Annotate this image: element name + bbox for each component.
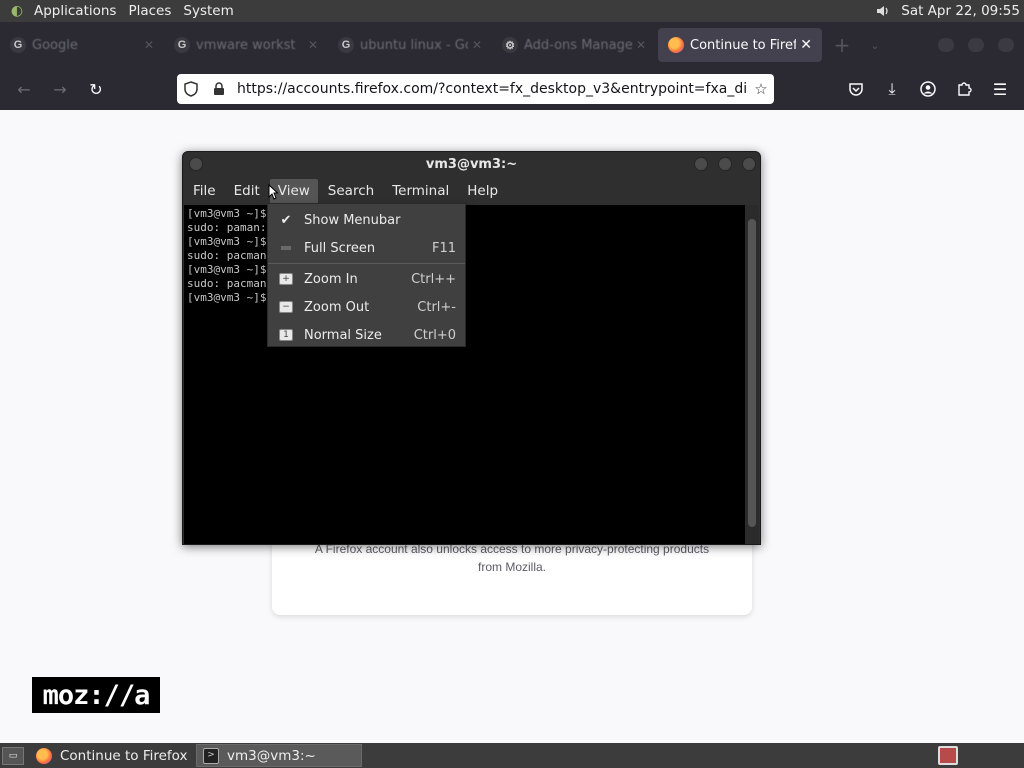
browser-tab-strip: G Google ✕ G vmware workst ✕ G ubuntu li… (0, 22, 1024, 68)
show-desktop-icon[interactable]: ▭ (2, 746, 24, 765)
firefox-icon (668, 37, 684, 53)
downloads-icon[interactable]: ⤓ (874, 73, 910, 105)
top-panel: ◐ Applications Places System Sat Apr 22,… (0, 0, 1024, 22)
panel-menu-places[interactable]: Places (122, 3, 177, 19)
panel-clock[interactable]: Sat Apr 22, 09:55 (901, 3, 1020, 19)
navigation-toolbar: ← → ↻ https://accounts.firefox.com/?cont… (0, 68, 1024, 110)
window-controls (938, 38, 1014, 52)
menu-item-accel: Ctrl+0 (413, 327, 456, 343)
lock-icon[interactable] (205, 82, 233, 96)
close-icon[interactable]: ✕ (308, 38, 318, 52)
tab-label: vmware workst (196, 37, 296, 53)
maximize-button[interactable] (968, 38, 984, 52)
new-tab-button[interactable]: + (824, 22, 860, 68)
fullscreen-icon (268, 246, 304, 250)
minimize-button[interactable] (938, 38, 954, 52)
back-button[interactable]: ← (6, 73, 42, 105)
url-bar[interactable]: https://accounts.firefox.com/?context=fx… (177, 74, 774, 104)
google-favicon-icon: G (10, 37, 26, 53)
menu-item-label: Zoom Out (304, 299, 370, 315)
tab-google[interactable]: G Google ✕ (0, 22, 164, 68)
menu-item-label: Show Menubar (304, 212, 401, 228)
zoom-out-icon: − (268, 301, 304, 313)
tab-label: Google (32, 37, 78, 53)
minimize-button[interactable] (694, 157, 708, 171)
menu-search[interactable]: Search (320, 179, 382, 203)
terminal-menubar: File Edit View Search Terminal Help (183, 178, 506, 204)
maximize-button[interactable] (718, 157, 732, 171)
list-all-tabs-button[interactable]: ⌄ (860, 22, 890, 68)
tab-addons[interactable]: ⚙ Add-ons Manager ✕ (492, 22, 656, 68)
menu-item-normal-size[interactable]: 1 Normal Size Ctrl+0 (268, 321, 465, 349)
google-favicon-icon: G (338, 37, 354, 53)
taskbar-item-firefox[interactable]: Continue to Firefox ... (30, 744, 196, 767)
menu-item-zoom-in[interactable]: + Zoom In Ctrl++ (268, 265, 465, 293)
menu-item-label: Normal Size (304, 327, 382, 343)
terminal-icon: > (203, 747, 219, 764)
bottom-taskbar: ▭ Continue to Firefox ... > vm3@vm3:~ (0, 743, 1024, 768)
menu-item-accel: F11 (431, 240, 456, 256)
menu-item-accel: Ctrl++ (411, 271, 456, 287)
check-icon: ✔ (280, 212, 292, 228)
menu-item-label: Full Screen (304, 240, 376, 256)
menu-terminal[interactable]: Terminal (384, 179, 457, 203)
menu-help[interactable]: Help (459, 179, 506, 203)
mozilla-logo[interactable]: moz://a (32, 677, 160, 713)
menu-item-label: Zoom In (304, 271, 358, 287)
puzzle-icon: ⚙ (502, 37, 518, 53)
volume-icon[interactable] (873, 1, 893, 21)
menu-item-zoom-out[interactable]: − Zoom Out Ctrl+- (268, 293, 465, 321)
panel-menu-system[interactable]: System (177, 3, 239, 19)
bookmark-star-icon[interactable]: ☆ (748, 80, 774, 98)
terminal-title: vm3@vm3:~ (425, 156, 518, 172)
reload-button[interactable]: ↻ (78, 73, 114, 105)
scrollbar-thumb[interactable] (748, 219, 756, 527)
taskbar-item-label: vm3@vm3:~ (227, 747, 316, 764)
panel-menu-applications[interactable]: Applications (28, 3, 122, 19)
close-window-button[interactable] (742, 157, 756, 171)
forward-button[interactable]: → (42, 73, 78, 105)
taskbar-item-label: Continue to Firefox ... (60, 747, 190, 764)
view-menu-dropdown: ✔ Show Menubar Full Screen F11 + Zoom In… (267, 203, 466, 347)
toolbar-right-buttons: ⤓ ☰ (838, 73, 1018, 105)
zoom-normal-icon: 1 (268, 329, 304, 341)
tab-label: ubuntu linux - Goo (360, 37, 468, 53)
firefox-icon (36, 747, 52, 764)
menu-item-full-screen[interactable]: Full Screen F11 (268, 234, 465, 262)
url-text[interactable]: https://accounts.firefox.com/?context=fx… (237, 81, 748, 97)
menu-item-show-menubar[interactable]: ✔ Show Menubar (268, 206, 465, 234)
google-favicon-icon: G (174, 37, 190, 53)
tab-continue-to-firefox[interactable]: Continue to Firefox ✕ (658, 28, 822, 62)
close-icon[interactable]: ✕ (636, 38, 646, 52)
distro-logo-icon[interactable]: ◐ (6, 0, 28, 22)
menu-file[interactable]: File (185, 179, 224, 203)
close-window-button[interactable] (998, 38, 1014, 52)
tab-label: Continue to Firefox (690, 37, 797, 53)
tab-label: Add-ons Manager (524, 37, 632, 53)
close-icon[interactable]: ✕ (800, 37, 812, 53)
tab-vmware[interactable]: G vmware workst ✕ (164, 22, 328, 68)
menu-item-accel: Ctrl+- (417, 299, 456, 315)
close-icon[interactable]: ✕ (472, 38, 482, 52)
close-icon[interactable]: ✕ (144, 38, 154, 52)
tab-ubuntu[interactable]: G ubuntu linux - Goo ✕ (328, 22, 492, 68)
hamburger-menu-icon[interactable]: ☰ (982, 73, 1018, 105)
pocket-icon[interactable] (838, 73, 874, 105)
card-footer-text: A Firefox account also unlocks access to… (314, 542, 710, 574)
mouse-cursor-icon (268, 184, 278, 200)
menu-edit[interactable]: Edit (226, 179, 268, 203)
trash-icon[interactable] (938, 746, 958, 765)
zoom-in-icon: + (268, 273, 304, 285)
menu-separator (268, 263, 465, 264)
terminal-scrollbar[interactable] (745, 205, 759, 544)
shield-icon[interactable] (177, 81, 205, 97)
extensions-icon[interactable] (946, 73, 982, 105)
taskbar-item-terminal[interactable]: > vm3@vm3:~ (196, 744, 362, 767)
account-icon[interactable] (910, 73, 946, 105)
